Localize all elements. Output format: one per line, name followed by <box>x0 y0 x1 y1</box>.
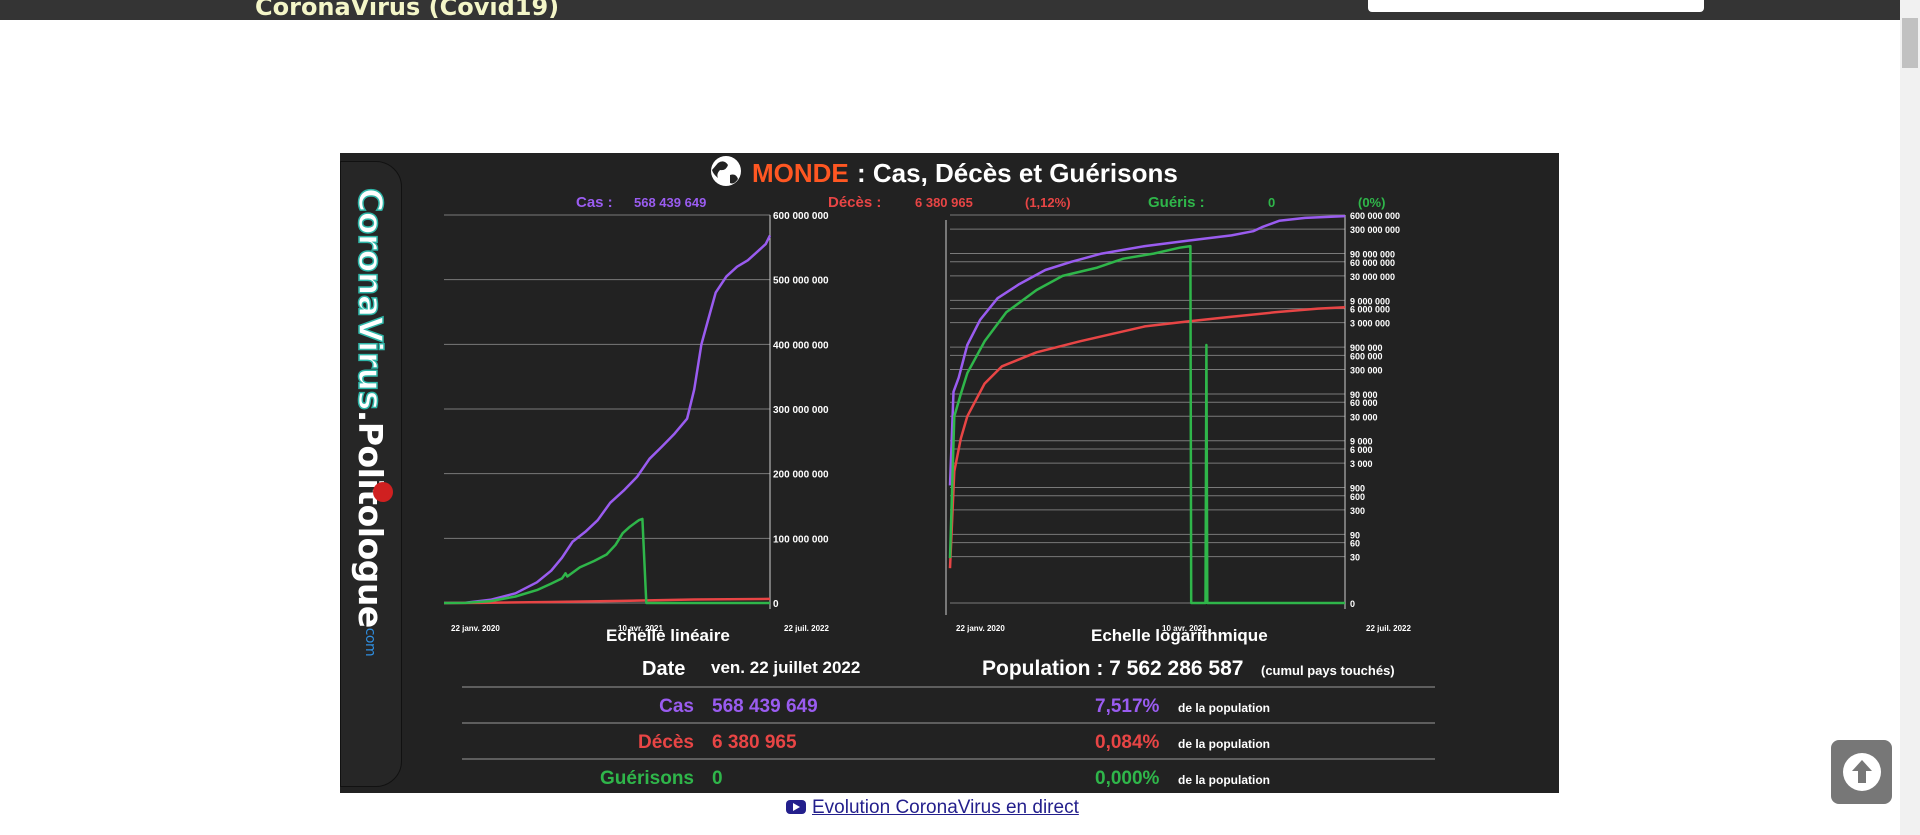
summary-gueris-label: Guéris : <box>1148 194 1205 211</box>
back-to-top-button[interactable] <box>1831 740 1892 804</box>
brand-logo-text: CoronaVirus.Politologuecom <box>350 187 391 657</box>
scrollbar-track[interactable] <box>1900 0 1920 835</box>
log-chart-series <box>948 214 1346 605</box>
summary-gueris-pct: (0%) <box>1358 195 1385 210</box>
date-value: ven. 22 juillet 2022 <box>711 658 860 677</box>
log-y-tick-label: 90 <box>1350 530 1360 540</box>
youtube-icon <box>786 800 806 814</box>
log-caption: Echelle logarithmique <box>1091 626 1268 645</box>
population-main: Population : 7 562 286 587 <box>982 657 1243 680</box>
arrow-up-circle-icon <box>1843 753 1881 791</box>
linear-y-tick-label: 600 000 000 <box>773 211 829 222</box>
video-link[interactable]: Evolution CoronaVirus en direct <box>786 797 1079 819</box>
linear-series-line <box>443 517 770 605</box>
stats-row-value: 6 380 965 <box>712 732 797 753</box>
mascot-icon <box>373 482 393 502</box>
log-chart-labels: 03060903006009003 0006 0009 00030 00060 … <box>956 211 1411 633</box>
log-x-tick-label: 22 janv. 2020 <box>956 624 1005 633</box>
stats-row-percent: 0,084% <box>1095 732 1160 753</box>
stats-row-percent: 0,000% <box>1095 768 1160 789</box>
log-y-tick-label: 90 000 000 <box>1350 250 1395 260</box>
brand-com: com <box>362 627 378 657</box>
log-y-tick-label: 30 <box>1350 553 1360 563</box>
log-y-tick-label: 300 <box>1350 506 1365 516</box>
stats-row-label: Cas <box>659 696 694 717</box>
log-y-tick-label: 90 000 <box>1350 390 1378 400</box>
brand-sidebar: CoronaVirus.Politologuecom <box>340 161 402 787</box>
linear-x-tick-label: 22 janv. 2020 <box>451 624 500 633</box>
brand-main: CoronaVirus <box>350 187 391 410</box>
linear-chart-grid <box>444 214 771 609</box>
linear-y-tick-label: 100 000 000 <box>773 534 829 545</box>
log-y-tick-label: 9 000 000 <box>1350 296 1390 306</box>
log-y-tick-label: 9 000 <box>1350 437 1373 447</box>
summary-gueris-value: 0 <box>1268 195 1275 210</box>
log-y-tick-label: 3 000 000 <box>1350 319 1390 329</box>
log-y-tick-label: 3 000 <box>1350 459 1373 469</box>
linear-chart-labels: 0 100 000 000 200 000 000 300 000 000 400 00… <box>451 211 829 633</box>
globe-icon <box>711 156 741 186</box>
linear-y-tick-label: 500 000 000 <box>773 276 829 287</box>
date-label: Date <box>642 658 685 680</box>
linear-y-tick-label: 400 000 000 <box>773 340 829 351</box>
stats-row-suffix: de la population <box>1178 773 1270 787</box>
log-y-tick-label: 900 000 <box>1350 343 1383 353</box>
summary-cas-value: 568 439 649 <box>634 195 706 210</box>
stats-row-label: Décès <box>638 732 694 753</box>
stats-row-label: Guérisons <box>600 768 694 789</box>
stats-row-value: 568 439 649 <box>712 696 818 717</box>
summary-deces-pct: (1,12%) <box>1025 195 1071 210</box>
log-series-line <box>948 306 1346 569</box>
log-y-tick-label: 600 000 000 <box>1350 211 1400 221</box>
top-navbar: CoronaVirus (Covid19) <box>0 0 1900 21</box>
linear-chart-series <box>443 234 772 605</box>
brand-sub: Politologue <box>351 421 390 628</box>
stats-table: Cas 568 439 649 7,517% de la population Décè… <box>600 696 1270 789</box>
log-series-line <box>948 244 1345 605</box>
summary-deces-label: Décès : <box>828 194 881 211</box>
video-link-text: Evolution CoronaVirus en direct <box>812 797 1079 818</box>
title-prefix: MONDE <box>752 158 849 188</box>
search-input[interactable] <box>1368 0 1704 12</box>
log-y-tick-label: 300 000 000 <box>1350 225 1400 235</box>
linear-y-tick-label: 200 000 000 <box>773 470 829 481</box>
log-chart-grid <box>950 214 1346 609</box>
stats-row-suffix: de la population <box>1178 737 1270 751</box>
stats-row-suffix: de la population <box>1178 701 1270 715</box>
linear-y-tick-label: 300 000 000 <box>773 405 829 416</box>
log-y-tick-label: 300 000 <box>1350 365 1383 375</box>
summary-deces-value: 6 380 965 <box>915 195 973 210</box>
infographic-chart: MONDE : Cas, Décès et Guérisons Cas : 56… <box>443 156 1435 789</box>
brand-dot: . <box>351 409 390 422</box>
scrollbar-thumb[interactable] <box>1902 18 1918 68</box>
log-y-tick-label: 900 <box>1350 484 1365 494</box>
log-x-tick-label: 22 juil. 2022 <box>1366 624 1411 633</box>
linear-y-tick-label: 0 <box>773 599 779 610</box>
summary-cas-label: Cas : <box>576 194 613 211</box>
stats-row-value: 0 <box>712 768 723 789</box>
covid-infographic: MONDE : Cas, Décès et Guérisons Cas : 56… <box>340 153 1559 793</box>
stats-row-percent: 7,517% <box>1095 696 1160 717</box>
linear-x-tick-label: 22 juil. 2022 <box>784 624 829 633</box>
log-y-tick-label: 30 000 000 <box>1350 272 1395 282</box>
linear-caption: Echelle linéaire <box>606 626 730 645</box>
site-title[interactable]: CoronaVirus (Covid19) <box>255 0 559 21</box>
linear-series-line <box>443 234 772 605</box>
title-rest: : Cas, Décès et Guérisons <box>857 158 1178 188</box>
log-series-line <box>948 214 1346 486</box>
log-y-tick-label: 0 <box>1350 599 1355 609</box>
population-note: (cumul pays touchés) <box>1261 663 1395 678</box>
log-y-tick-label: 30 000 <box>1350 412 1378 422</box>
